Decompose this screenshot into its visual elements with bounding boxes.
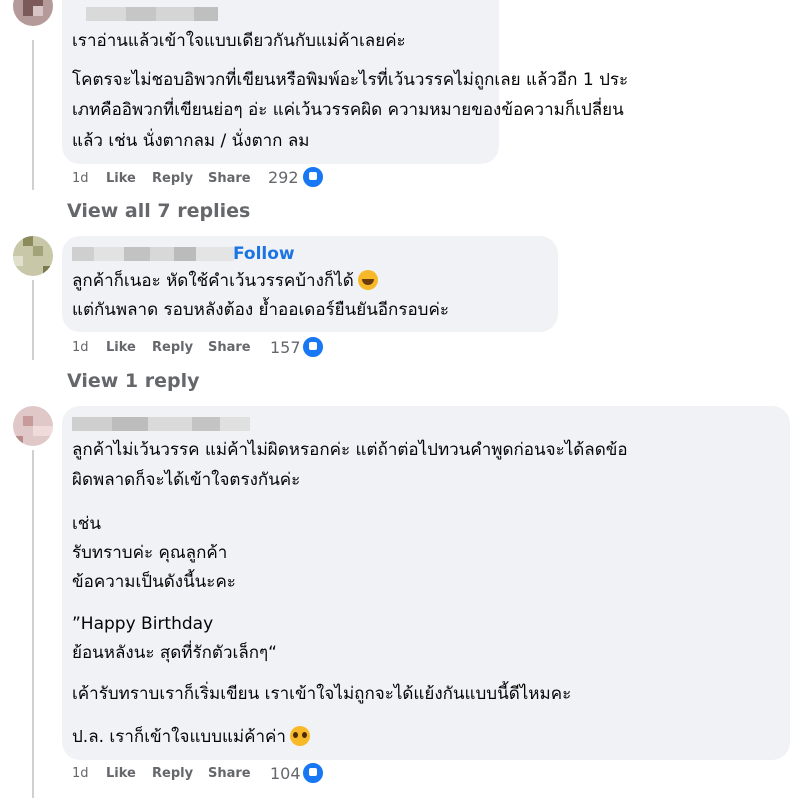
comment-text: ลูกค้าไม่เว้นวรรค แม่ค้าไม่ผิดหรอกค่ะ แต… [72,440,628,460]
comment-text-line: ลูกค้าก็เนอะ หัดใช้คำเว้นวรรคบ้างก็ได้ [72,271,354,291]
comment-text: รับทราบค่ะ คุณลูกค้า [72,543,228,563]
timestamp[interactable]: 1d [72,766,89,781]
comment-text: ป.ล. เราก็เข้าใจแบบแม่ค้าค่า [72,724,310,750]
reply-button[interactable]: Reply [152,340,193,355]
like-reaction-icon [301,335,325,359]
comment-text: แต่กันพลาด รอบหลังต้อง ย้ำออเดอร์ยืนยันอ… [72,300,449,320]
comment-text: ลูกค้าก็เนอะ หัดใช้คำเว้นวรรคบ้างก็ได้ [72,268,378,294]
comment-text: ข้อความเป็นดังนี้นะคะ [72,572,236,592]
rolling-laughing-emoji-icon [357,270,378,290]
share-button[interactable]: Share [208,171,251,186]
comment-text: เช่น [72,514,101,534]
comment-text: ผิดพลาดก็จะได้เข้าใจตรงกันค่ะ [72,470,301,490]
avatar[interactable] [13,406,53,446]
like-button[interactable]: Like [106,340,136,355]
avatar[interactable] [13,236,53,276]
like-reaction-icon [301,165,325,189]
timestamp[interactable]: 1d [72,340,89,355]
comment-text: เภทคืออิพวกที่เขียนย่อๆ อ่ะ แค่เว้นวรรคผ… [72,100,624,120]
view-replies-link[interactable]: View all 7 replies [67,200,250,222]
commenter-name-blurred[interactable] [72,246,234,261]
view-replies-link[interactable]: View 1 reply [67,370,200,392]
commenter-name-blurred[interactable] [86,6,218,21]
reaction-count[interactable]: 157 [270,338,301,357]
thread-line [32,40,34,190]
reply-button[interactable]: Reply [152,171,193,186]
comment-text-line: ป.ล. เราก็เข้าใจแบบแม่ค้าค่า [72,727,286,747]
like-reaction-icon [301,761,325,785]
share-button[interactable]: Share [208,340,251,355]
comment-text: เราอ่านแล้วเข้าใจแบบเดียวกันกับแม่ค้าเลย… [72,31,406,51]
timestamp[interactable]: 1d [72,171,89,186]
reply-button[interactable]: Reply [152,766,193,781]
comment-text: ”Happy Birthday [72,614,214,634]
reaction-count[interactable]: 292 [268,168,299,187]
share-button[interactable]: Share [208,766,251,781]
comment-text: ย้อนหลังนะ สุดที่รักตัวเล็กๆ“ [72,643,277,663]
pleading-face-emoji-icon [289,726,310,746]
comment-text: เค้ารับทราบเราก็เริ่มเขียน เราเข้าใจไม่ถ… [72,684,572,704]
reaction-count[interactable]: 104 [270,764,301,783]
thread-line [32,450,34,798]
like-button[interactable]: Like [106,171,136,186]
thread-line [32,280,34,360]
comment-text: โคตรจะไม่ชอบอิพวกที่เขียนหรือพิมพ์อะไรที… [72,70,629,90]
commenter-name-blurred[interactable] [72,416,250,431]
like-button[interactable]: Like [106,766,136,781]
comment-text: แล้ว เช่น นั่งตากลม / นั่งตาก ลม [72,131,310,151]
follow-link[interactable]: Follow [233,244,295,264]
avatar[interactable] [13,0,53,26]
